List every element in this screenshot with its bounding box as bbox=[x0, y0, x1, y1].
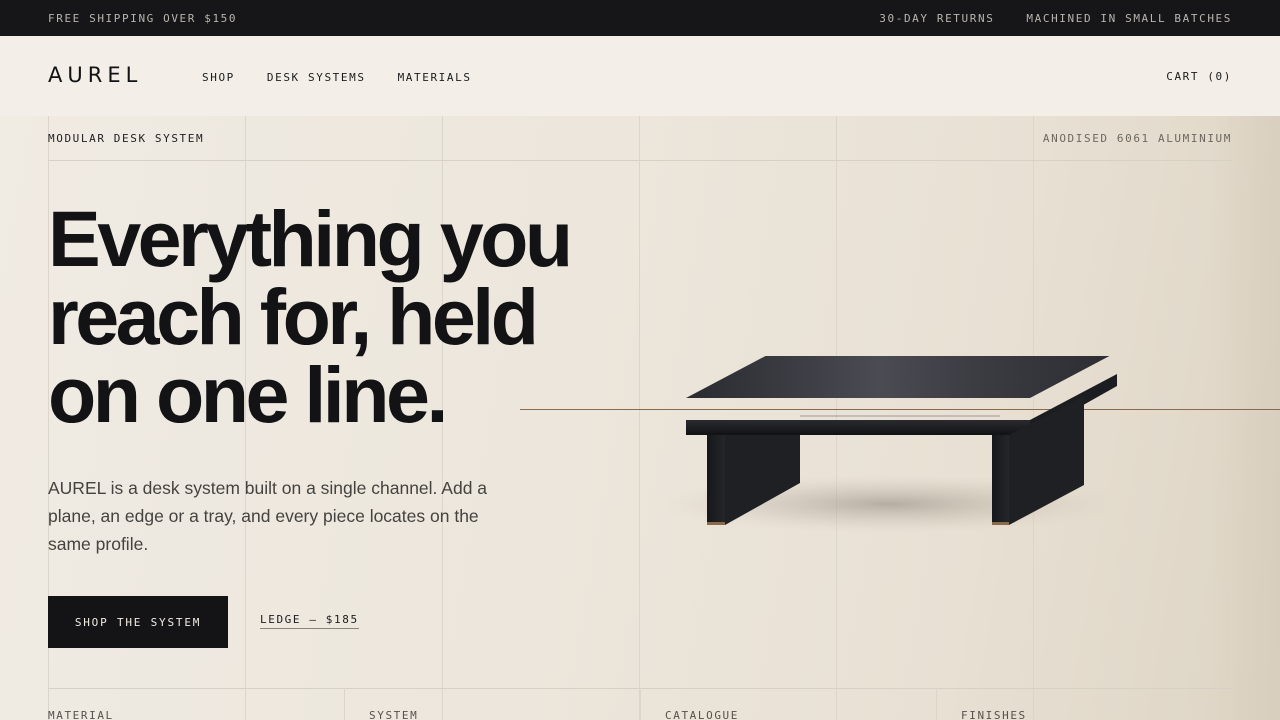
hero-headline: Everything you reach for, held on one li… bbox=[48, 194, 668, 439]
grid-line-horizontal bbox=[48, 160, 1232, 161]
site-header: AUREL SHOP DESK SYSTEMS MATERIALS CART (… bbox=[0, 36, 1280, 116]
grid-line bbox=[1231, 116, 1232, 720]
nav-shop[interactable]: SHOP bbox=[202, 71, 235, 84]
headline-line-2: reach for, held bbox=[48, 272, 539, 361]
hero-shade bbox=[1210, 116, 1280, 720]
shop-the-system-button[interactable]: SHOP THE SYSTEM bbox=[48, 596, 228, 648]
grid-line bbox=[936, 688, 937, 720]
column-system: SYSTEM bbox=[369, 709, 419, 720]
hero-section: MODULAR DESK SYSTEM ANODISED 6061 ALUMIN… bbox=[0, 116, 1280, 720]
hero-description: AUREL is a desk system built on a single… bbox=[48, 478, 488, 554]
grid-line bbox=[344, 688, 345, 720]
spec-columns: MATERIAL SYSTEM CATALOGUE FINISHES bbox=[0, 688, 1280, 720]
announcement-bar: FREE SHIPPING OVER $150 30-DAY RETURNS M… bbox=[0, 0, 1280, 36]
ledge-product-link[interactable]: LEDGE — $185 bbox=[260, 613, 359, 629]
column-material: MATERIAL bbox=[48, 709, 114, 720]
shipping-notice: FREE SHIPPING OVER $150 bbox=[48, 12, 238, 25]
logo[interactable]: AUREL bbox=[48, 63, 142, 87]
cart-link[interactable]: CART (0) bbox=[1166, 70, 1232, 83]
main-nav: SHOP DESK SYSTEMS MATERIALS bbox=[202, 71, 472, 84]
returns-notice: 30-DAY RETURNS bbox=[879, 12, 995, 25]
nav-desk-systems[interactable]: DESK SYSTEMS bbox=[267, 71, 366, 84]
headline-line-1: Everything you bbox=[48, 194, 573, 283]
announcement-right: 30-DAY RETURNS MACHINED IN SMALL BATCHES bbox=[879, 12, 1232, 25]
grid-line bbox=[640, 688, 641, 720]
desk-riser-image bbox=[650, 356, 1130, 534]
column-finishes: FINISHES bbox=[961, 709, 1027, 720]
headline-line-3: on one line. bbox=[48, 350, 448, 439]
batches-notice: MACHINED IN SMALL BATCHES bbox=[1026, 12, 1232, 25]
eyebrow-right: ANODISED 6061 ALUMINIUM bbox=[1042, 132, 1232, 145]
nav-materials[interactable]: MATERIALS bbox=[398, 71, 472, 84]
eyebrow-left: MODULAR DESK SYSTEM bbox=[48, 132, 205, 145]
column-catalogue: CATALOGUE bbox=[665, 709, 740, 720]
